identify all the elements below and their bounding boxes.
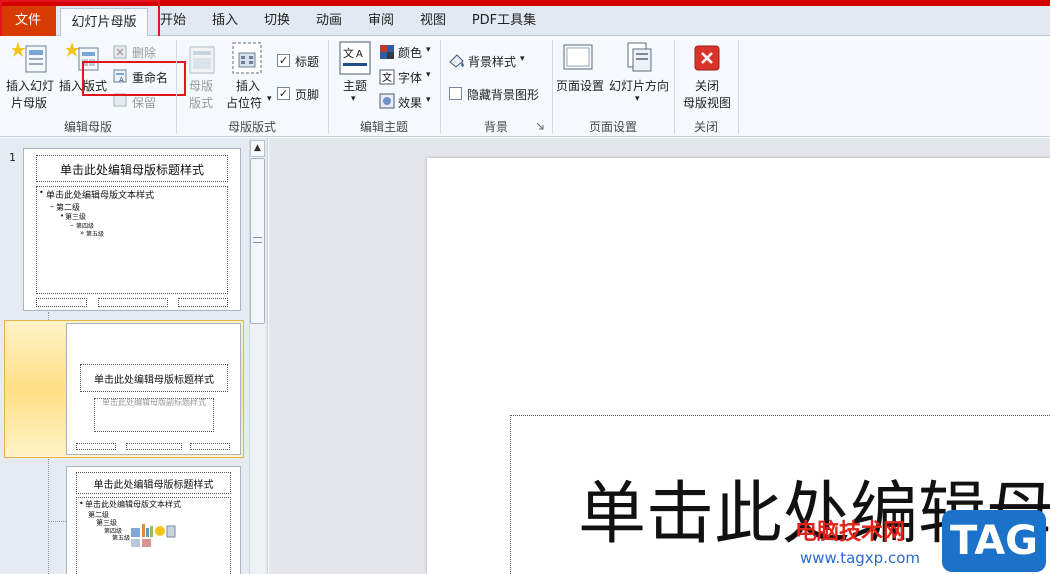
delete-label[interactable]: 删除 (132, 44, 156, 61)
thumb-footer-placeholder (126, 443, 182, 450)
tab-insert[interactable]: 插入 (204, 7, 246, 37)
slide-orientation-label[interactable]: 幻灯片方向 (609, 77, 669, 94)
slide-orientation-icon (627, 42, 652, 72)
layout-subtitle-text: 单击此处编辑母版副标题样式 (102, 398, 206, 407)
master-layout-icon (189, 46, 215, 74)
svg-text:A: A (356, 49, 363, 60)
layout-title-text: 单击此处编辑母版标题样式 (94, 375, 214, 386)
preserve-label[interactable]: 保留 (132, 94, 156, 111)
insert-slide-master-icon (12, 42, 47, 73)
close-master-label-1[interactable]: 关闭 (695, 77, 719, 94)
insert-slide-master-label-1[interactable]: 插入幻灯 (6, 77, 54, 94)
fonts-icon: 文 (379, 69, 395, 85)
content-placeholder-icons (131, 524, 176, 547)
svg-text:文: 文 (382, 71, 392, 84)
group-label-close: 关闭 (693, 120, 718, 134)
watermark-site-name: 电脑技术网 (795, 520, 906, 545)
thumb-level-2: – (50, 202, 54, 211)
insert-placeholder-icon (232, 42, 262, 74)
insert-placeholder-label-2[interactable]: 占位符 (226, 94, 262, 111)
themes-icon: 文 A (339, 41, 371, 75)
thumb-level-3-bullet: • (60, 212, 65, 220)
title-checkbox-label: 标题 (295, 55, 320, 69)
background-styles-icon (449, 54, 464, 68)
tab-view[interactable]: 视图 (412, 7, 454, 37)
thumb-level-5-bullet: » (80, 229, 85, 237)
insert-placeholder-label-1[interactable]: 插入 (236, 77, 260, 94)
background-styles-label[interactable]: 背景样式 (468, 53, 516, 70)
group-label-master-layout: 母版版式 (227, 120, 276, 134)
insert-slide-master-label-2[interactable]: 片母版 (11, 94, 47, 111)
dropdown-arrow-icon[interactable]: ▾ (635, 94, 640, 104)
tab-pdf-tools[interactable]: PDF工具集 (466, 7, 542, 37)
title-checkbox[interactable]: ✓ (277, 54, 290, 67)
watermark-tag-logo: TAG (942, 510, 1046, 572)
tab-review[interactable]: 审阅 (360, 7, 402, 37)
thumb-date-placeholder (36, 298, 87, 307)
slide-number: 1 (9, 151, 16, 164)
layout-title-text: 单击此处编辑母版标题样式 (93, 480, 214, 491)
scrollbar-grip-icon (253, 237, 262, 243)
scroll-up-icon[interactable]: ▲ (250, 140, 265, 157)
close-master-view-icon (694, 45, 720, 71)
thumb-level-5-text: 第五级 (112, 535, 131, 542)
thumb-bullet: • (39, 188, 44, 197)
dropdown-arrow-icon[interactable]: ▾ (520, 54, 525, 64)
group-label-edit-master: 编辑母版 (63, 120, 112, 134)
fonts-label[interactable]: 字体 (398, 69, 422, 86)
footer-checkbox-label: 页脚 (295, 88, 320, 102)
effects-icon (379, 93, 395, 109)
dropdown-arrow-icon[interactable]: ▾ (426, 95, 431, 105)
layout-tree-branch (48, 521, 66, 522)
dropdown-arrow-icon[interactable]: ▾ (426, 45, 431, 55)
highlight-box-rename (82, 61, 186, 96)
thumb-number-placeholder (178, 298, 228, 307)
effects-label[interactable]: 效果 (398, 94, 422, 111)
master-layout-label-1[interactable]: 母版 (189, 77, 213, 94)
thumb-master-title: 单击此处编辑母版标题样式 (59, 163, 204, 177)
watermark-url: www.tagxp.com (800, 549, 920, 567)
group-label-page-setup: 页面设置 (588, 120, 637, 134)
colors-icon (380, 45, 394, 59)
svg-text:文: 文 (343, 46, 354, 60)
thumb-number-placeholder (190, 443, 230, 450)
thumb-level-5-text: 第五级 (86, 231, 105, 238)
dropdown-arrow-icon[interactable]: ▾ (351, 94, 356, 104)
thumb-footer-placeholder (98, 298, 168, 307)
footer-checkbox[interactable]: ✓ (277, 87, 290, 100)
tab-transitions[interactable]: 切换 (256, 7, 298, 37)
thumb-bullet: • (79, 499, 84, 508)
colors-label[interactable]: 颜色 (398, 44, 422, 61)
delete-icon (113, 45, 127, 59)
page-setup-icon (563, 44, 593, 70)
thumb-date-placeholder (76, 443, 116, 450)
thumb-level-4-bullet: – (70, 221, 74, 229)
close-master-label-2[interactable]: 母版视图 (683, 94, 731, 111)
dropdown-arrow-icon[interactable]: ▾ (267, 94, 272, 104)
layout-body-text: 单击此处编辑母版文本样式 (85, 500, 181, 509)
group-divider (738, 40, 739, 134)
master-layout-label-2[interactable]: 版式 (189, 94, 213, 111)
hide-background-checkbox[interactable] (449, 87, 462, 100)
dialog-launcher-icon[interactable] (536, 122, 544, 130)
themes-label[interactable]: 主题 (343, 77, 367, 94)
dropdown-arrow-icon[interactable]: ▾ (426, 70, 431, 80)
hide-background-label: 隐藏背景图形 (467, 88, 540, 102)
thumb-master-text: 单击此处编辑母版文本样式 (46, 191, 155, 201)
group-label-edit-theme: 编辑主题 (359, 120, 408, 134)
page-setup-label[interactable]: 页面设置 (556, 77, 604, 94)
tab-animations[interactable]: 动画 (308, 7, 350, 37)
